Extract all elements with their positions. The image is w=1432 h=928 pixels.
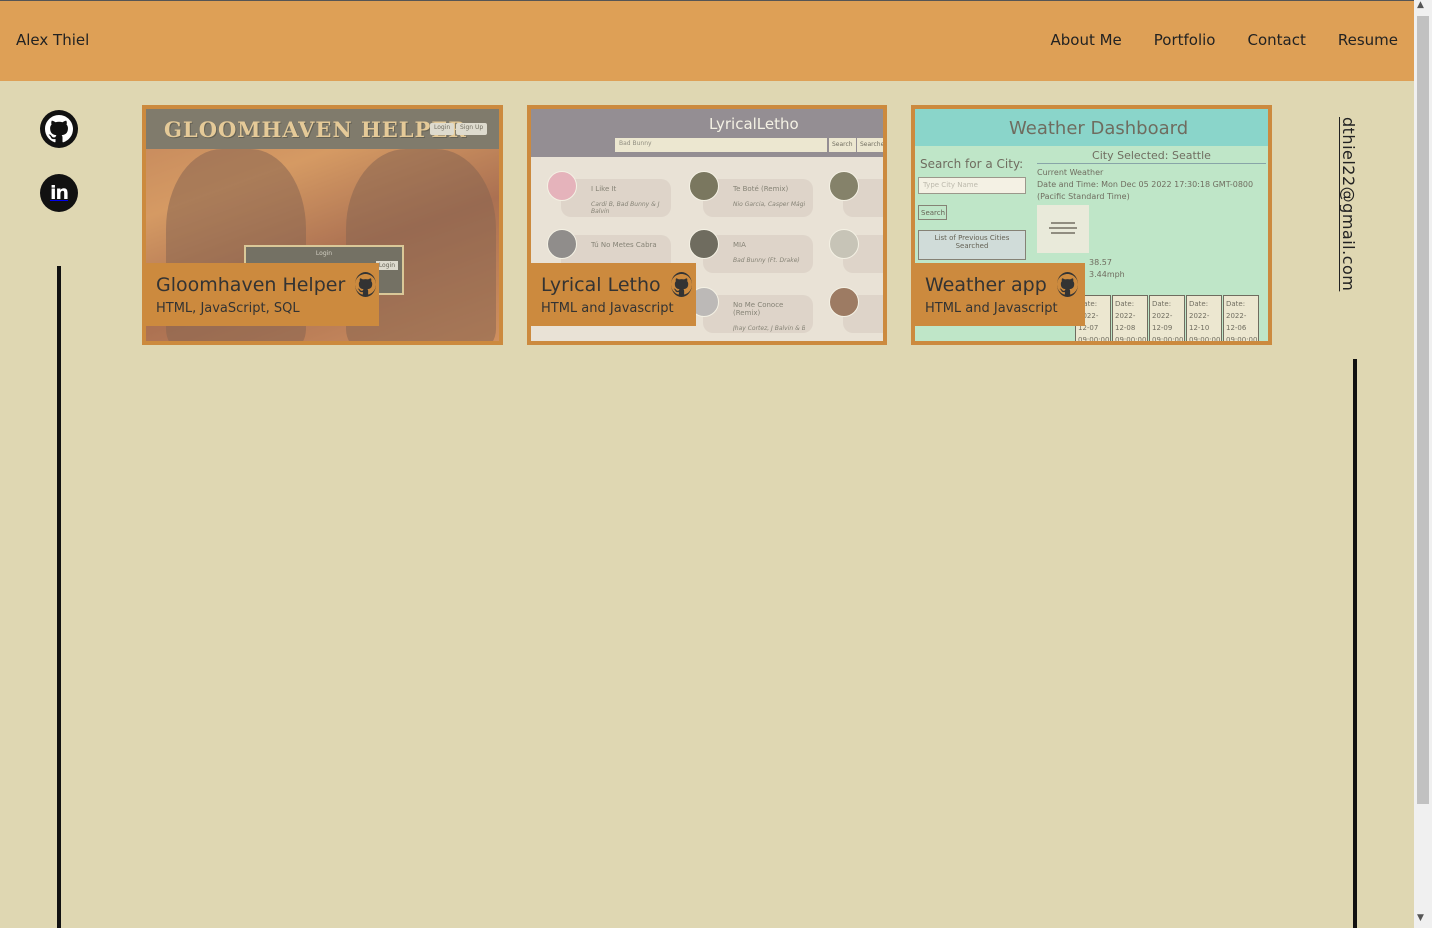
github-icon[interactable] (1056, 272, 1078, 297)
left-decorative-line (57, 266, 61, 928)
scrollbar-thumb[interactable] (1417, 16, 1429, 804)
project-label: Weather app HTML and Javascript (915, 263, 1085, 326)
github-mark (1056, 274, 1078, 295)
project-tech: HTML and Javascript (541, 301, 674, 316)
project-card-lyrical-letho[interactable]: LyricalLetho Bad Bunny Search Searches I… (527, 105, 887, 345)
project-title: Lyrical Letho (541, 273, 661, 296)
main-nav: About Me Portfolio Contact Resume (1050, 31, 1398, 49)
project-card-weather-app[interactable]: Weather Dashboard Search for a City: Typ… (911, 105, 1272, 345)
nav-contact[interactable]: Contact (1248, 31, 1306, 49)
site-header: Alex Thiel About Me Portfolio Contact Re… (0, 1, 1414, 81)
site-brand[interactable]: Alex Thiel (16, 31, 89, 49)
project-label: Gloomhaven Helper HTML, JavaScript, SQL (146, 263, 379, 326)
linkedin-icon[interactable]: in (40, 174, 78, 212)
github-icon[interactable] (670, 272, 692, 297)
github-mark (670, 274, 692, 295)
nav-about-me[interactable]: About Me (1050, 31, 1121, 49)
right-decorative-line (1353, 359, 1357, 928)
scrollbar[interactable]: ▲ ▼ (1414, 0, 1432, 928)
github-mark (45, 115, 73, 143)
scroll-up-arrow[interactable]: ▲ (1417, 0, 1424, 10)
linkedin-letters: in (49, 182, 69, 204)
github-icon[interactable] (40, 110, 78, 148)
github-mark (355, 274, 377, 295)
project-tech: HTML and Javascript (925, 301, 1058, 316)
project-tech: HTML, JavaScript, SQL (156, 301, 300, 316)
email-link[interactable]: dthiel22@gmail.com (1339, 117, 1358, 291)
nav-resume[interactable]: Resume (1338, 31, 1398, 49)
scroll-down-arrow[interactable]: ▼ (1417, 913, 1424, 923)
project-title-row: Weather app (925, 272, 1078, 297)
project-label: Lyrical Letho HTML and Javascript (531, 263, 696, 326)
project-card-gloomhaven[interactable]: GLOOMHAVEN HELPER Login Sign Up Login Lo… (142, 105, 503, 345)
nav-portfolio[interactable]: Portfolio (1154, 31, 1216, 49)
project-title-row: Lyrical Letho (541, 272, 692, 297)
github-icon[interactable] (355, 272, 377, 297)
project-title: Weather app (925, 273, 1047, 296)
project-title: Gloomhaven Helper (156, 273, 346, 296)
project-title-row: Gloomhaven Helper (156, 272, 377, 297)
